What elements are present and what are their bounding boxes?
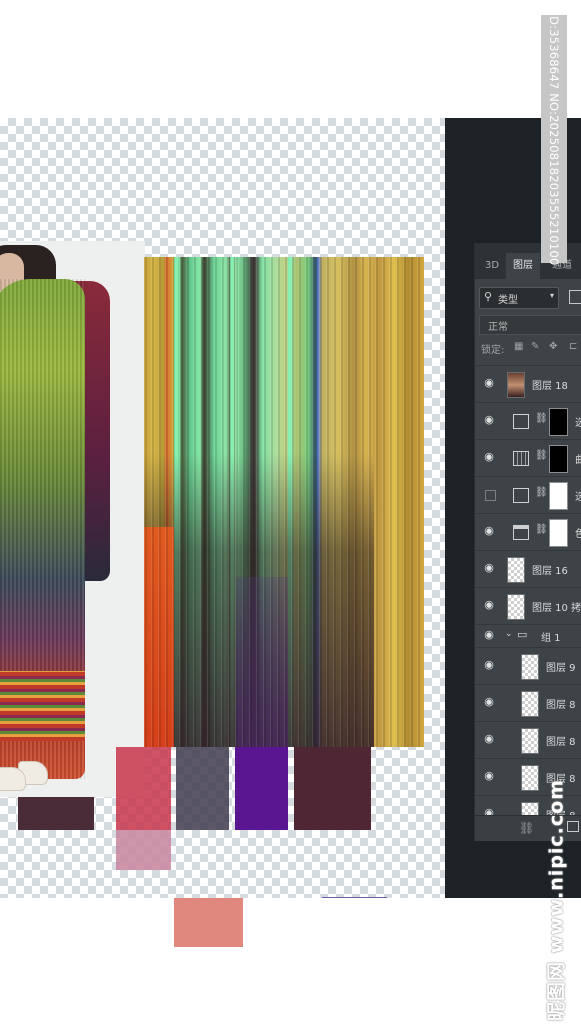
stripe-pattern xyxy=(144,257,424,747)
layer-thumbnail xyxy=(521,691,539,717)
tab-layers[interactable]: 图层 xyxy=(506,253,540,279)
lock-transparent-icon[interactable]: ▦ xyxy=(514,341,523,352)
swatch-dark-maroon xyxy=(18,797,94,830)
lock-move-icon[interactable]: ✥ xyxy=(549,341,557,352)
layer-thumbnail xyxy=(521,728,539,754)
guide-line xyxy=(322,897,387,898)
layer-row[interactable]: ◉ 图层 10 拷 xyxy=(475,587,581,624)
layer-row[interactable]: ◉ 图层 9 xyxy=(475,647,581,684)
layer-row[interactable]: ◉ ⛓ 色 xyxy=(475,513,581,550)
filter-label: 类型 xyxy=(498,295,518,306)
eye-icon[interactable]: ◉ xyxy=(481,377,497,389)
layer-mask xyxy=(549,519,568,547)
layer-thumbnail xyxy=(521,654,539,680)
layer-name: 图层 18 xyxy=(532,381,568,392)
lock-artboard-icon[interactable]: ⊏ xyxy=(569,341,577,352)
layer-name: 图层 9 xyxy=(546,663,576,674)
group-name: 组 1 xyxy=(541,633,561,644)
layer-row[interactable]: ⛓ 选 xyxy=(475,476,581,513)
swatch-pink xyxy=(116,830,171,870)
layer-thumbnail xyxy=(507,594,525,620)
layer-name: 图层 16 xyxy=(532,566,568,577)
tab-3d[interactable]: 3D xyxy=(479,253,505,279)
adjustment-icon xyxy=(513,414,529,429)
layer-name: 选 xyxy=(575,414,581,429)
chevron-down-icon: ▾ xyxy=(549,291,554,300)
layer-name: 图层 10 拷 xyxy=(532,603,581,614)
swatch-plum xyxy=(294,747,371,830)
layer-thumbnail xyxy=(507,372,525,398)
eye-icon[interactable]: ◉ xyxy=(481,451,497,463)
link-icon: ⛓ xyxy=(535,524,548,535)
lock-row: 锁定: ▦ ✎ ✥ ⊏ xyxy=(481,341,581,357)
layer-row[interactable]: ◉ ⛓ 选 xyxy=(475,402,581,439)
watermark-site: 昵图网 www.nipic.com xyxy=(540,779,570,1021)
eye-icon[interactable]: ◉ xyxy=(481,414,497,426)
layer-name: 色 xyxy=(575,525,581,540)
layer-mask xyxy=(549,408,568,436)
eye-icon[interactable]: ◉ xyxy=(481,525,497,537)
eye-icon[interactable]: ◉ xyxy=(481,599,497,611)
adjustment-icon xyxy=(513,488,529,503)
layer-name: 图层 8 xyxy=(546,737,576,748)
layer-row[interactable]: ◉ 图层 18 xyxy=(475,365,581,402)
eye-icon[interactable]: ◉ xyxy=(481,696,497,708)
link-icon: ⛓ xyxy=(535,413,548,424)
layer-name: 图层 8 xyxy=(546,700,576,711)
link-icon: ⛓ xyxy=(535,487,548,498)
layer-mask xyxy=(549,445,568,473)
layer-row[interactable]: ◉ 图层 16 xyxy=(475,550,581,587)
swatch-crimson xyxy=(116,747,171,830)
watermark-id-text: ID:35368647 NO:20250818203555210100 xyxy=(547,12,561,266)
lock-label: 锁定: xyxy=(481,345,505,356)
layer-row[interactable]: ◉ 图层 8 xyxy=(475,721,581,758)
eye-icon[interactable]: ◉ xyxy=(481,659,497,671)
link-layers-icon[interactable]: ⛓ xyxy=(519,821,534,835)
chevron-down-icon[interactable]: ⌄ xyxy=(505,629,513,639)
folder-icon: ▭ xyxy=(517,628,528,641)
eye-icon[interactable]: ◉ xyxy=(481,733,497,745)
visibility-toggle[interactable] xyxy=(485,490,496,501)
eye-icon[interactable]: ◉ xyxy=(481,770,497,782)
dress-hem xyxy=(0,671,85,741)
layers-panel: 3D 图层 通道 ⚲ 类型 ▾ 正常 锁定: ▦ ✎ ✥ ⊏ ◉ 图层 18 ◉… xyxy=(474,243,581,841)
layer-thumbnail xyxy=(521,765,539,791)
swatch-salmon xyxy=(174,898,243,947)
blend-mode-select[interactable]: 正常 xyxy=(479,315,581,335)
layer-row[interactable]: ◉ 图层 8 xyxy=(475,684,581,721)
layer-mask xyxy=(549,482,568,510)
levels-icon xyxy=(513,525,529,540)
image-filter-icon[interactable] xyxy=(569,290,581,304)
layer-name: 选 xyxy=(575,488,581,503)
eye-icon[interactable]: ◉ xyxy=(481,629,497,641)
layer-thumbnail xyxy=(507,557,525,583)
layer-filter-select[interactable]: ⚲ 类型 ▾ xyxy=(479,287,559,309)
link-icon: ⛓ xyxy=(535,450,548,461)
swatch-slate xyxy=(176,747,229,830)
layer-row[interactable]: ◉ ⛓ 曲 xyxy=(475,439,581,476)
group-row[interactable]: ◉ ⌄ ▭ 组 1 xyxy=(475,624,581,647)
blend-mode-value: 正常 xyxy=(488,322,508,333)
layer-name: 曲 xyxy=(575,451,581,466)
watermark-site-text: 昵图网 www.nipic.com xyxy=(545,778,568,1022)
swatch-violet xyxy=(235,747,288,830)
curves-icon xyxy=(513,451,529,466)
eye-icon[interactable]: ◉ xyxy=(481,562,497,574)
lock-paint-icon[interactable]: ✎ xyxy=(531,341,539,352)
search-icon: ⚲ xyxy=(484,290,493,303)
model-shoe xyxy=(0,767,26,791)
watermark-id: ID:35368647 NO:20250818203555210100 xyxy=(541,12,567,266)
model-photo xyxy=(0,241,145,797)
